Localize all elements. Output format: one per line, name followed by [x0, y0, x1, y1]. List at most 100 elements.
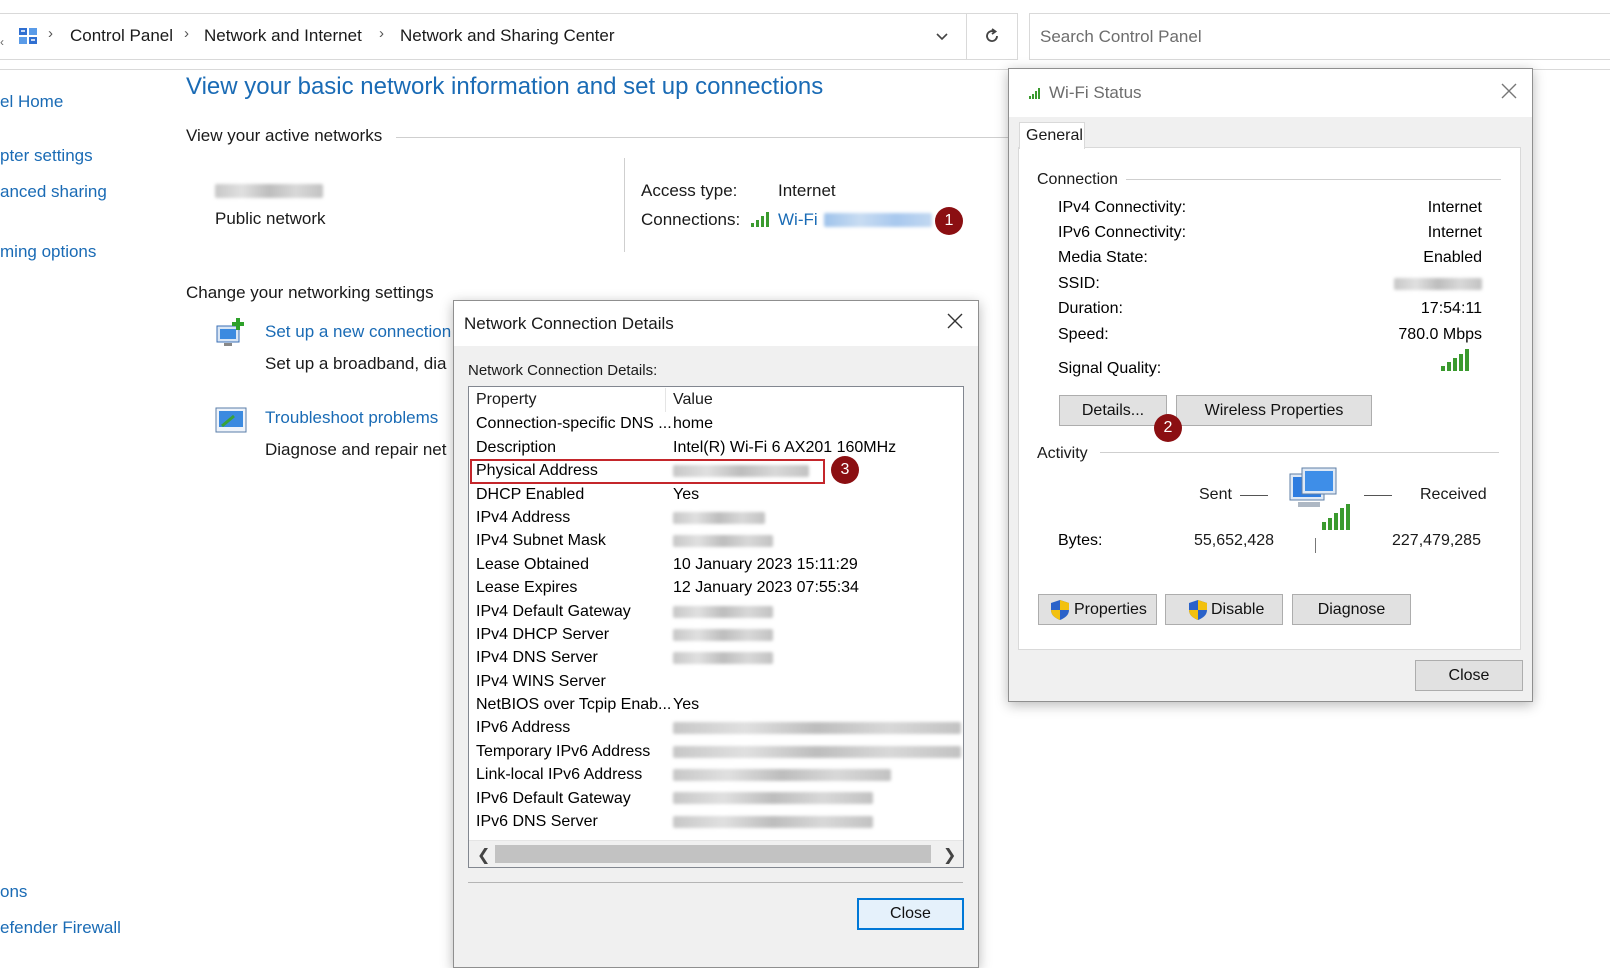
row-value: Yes: [673, 486, 700, 503]
redacted-value: [673, 792, 873, 804]
address-bar[interactable]: ‹ › Control Panel › Network and Internet…: [0, 13, 1018, 60]
redacted-value: [673, 652, 773, 664]
diagnose-button[interactable]: Diagnose: [1292, 594, 1411, 625]
wifi-connection-link[interactable]: Wi-Fi: [778, 210, 818, 230]
row-property[interactable]: IPv6 Default Gateway: [476, 790, 631, 808]
redacted-value: [673, 746, 961, 758]
speed-label: Speed:: [1058, 326, 1109, 343]
physical-address-highlight: [470, 459, 825, 484]
access-type-label: Access type:: [641, 181, 738, 200]
breadcrumb-control-panel[interactable]: Control Panel: [70, 26, 173, 46]
row-property[interactable]: IPv4 Address: [476, 509, 570, 527]
row-property[interactable]: IPv4 Default Gateway: [476, 603, 631, 621]
sidebar-item-advanced-sharing[interactable]: anced sharing: [0, 182, 107, 202]
setup-connection-link[interactable]: Set up a new connection: [265, 322, 451, 342]
properties-button-label: Properties: [1074, 601, 1147, 618]
row-property[interactable]: Lease Expires: [476, 579, 577, 597]
row-property[interactable]: Description: [476, 439, 556, 457]
received-label: Received: [1420, 486, 1487, 503]
scroll-left-icon[interactable]: ❮: [477, 845, 490, 865]
redacted-value: [673, 816, 873, 828]
row-property[interactable]: IPv4 WINS Server: [476, 673, 606, 691]
row-property[interactable]: NetBIOS over Tcpip Enab...: [476, 696, 671, 714]
row-property[interactable]: Connection-specific DNS ...: [476, 415, 672, 433]
close-icon[interactable]: [945, 311, 965, 336]
ipv4-connectivity-label: IPv4 Connectivity:: [1058, 199, 1187, 216]
dialog-divider: [468, 882, 963, 883]
access-type-value: Internet: [778, 181, 836, 200]
row-property[interactable]: IPv6 DNS Server: [476, 813, 598, 831]
wifi-status-close-button[interactable]: Close: [1415, 660, 1523, 691]
details-button[interactable]: Details...: [1059, 395, 1167, 426]
redacted-value: [673, 512, 765, 524]
ipv4-connectivity-value: Internet: [1427, 199, 1482, 216]
wifi-signal-icon: [1029, 86, 1043, 104]
group-divider: [1100, 452, 1499, 453]
wifi-signal-icon: [750, 210, 772, 233]
breadcrumb-sharing-center[interactable]: Network and Sharing Center: [400, 26, 615, 46]
row-value: 10 January 2023 15:11:29: [673, 556, 858, 573]
chevron-left-icon: ‹: [0, 35, 4, 49]
column-header-property[interactable]: Property: [476, 391, 536, 409]
ssid-label: SSID:: [1058, 275, 1100, 292]
row-value: home: [673, 415, 714, 432]
wireless-properties-button[interactable]: Wireless Properties: [1176, 395, 1372, 426]
step-badge-3: 3: [831, 456, 859, 484]
row-property[interactable]: IPv4 Subnet Mask: [476, 532, 606, 550]
connection-group-label: Connection: [1037, 171, 1118, 188]
signal-quality-label: Signal Quality:: [1058, 360, 1162, 377]
row-property[interactable]: IPv6 Address: [476, 719, 570, 737]
sent-label: Sent: [1199, 486, 1232, 503]
bytes-label: Bytes:: [1058, 532, 1103, 549]
details-group-label: Network Connection Details:: [468, 362, 658, 379]
sidebar-item-home[interactable]: el Home: [0, 92, 63, 112]
troubleshoot-desc: Diagnose and repair net: [265, 440, 447, 459]
shield-icon: [1187, 599, 1209, 631]
dialog-title-bar: Wi-Fi Status: [1009, 69, 1532, 117]
row-value: 12 January 2023 07:55:34: [673, 579, 859, 596]
signal-quality-icon: [1440, 348, 1470, 377]
sidebar-item-defender-firewall[interactable]: efender Firewall: [0, 918, 121, 938]
tab-general[interactable]: General: [1019, 122, 1085, 149]
search-box[interactable]: Search Control Panel: [1029, 13, 1610, 60]
shield-icon: [1049, 599, 1071, 631]
section-divider: [396, 137, 1010, 138]
sidebar-item-adapter-settings[interactable]: pter settings: [0, 146, 93, 166]
redacted-value: [673, 769, 891, 781]
activity-group-label: Activity: [1037, 445, 1088, 462]
row-property[interactable]: Link-local IPv6 Address: [476, 766, 642, 784]
step-badge-2: 2: [1154, 414, 1182, 442]
refresh-icon[interactable]: [982, 26, 1002, 51]
disable-button[interactable]: Disable: [1165, 594, 1283, 625]
bytes-received-value: 227,479,285: [1392, 532, 1481, 549]
search-input[interactable]: Search Control Panel: [1040, 27, 1202, 47]
sent-line: [1240, 495, 1268, 496]
horizontal-scrollbar[interactable]: ❮ ❯: [469, 840, 963, 867]
redacted-value: [673, 629, 773, 641]
network-activity-icon: [1284, 466, 1356, 539]
sidebar-item-streaming-options[interactable]: ming options: [0, 242, 96, 262]
row-property[interactable]: DHCP Enabled: [476, 486, 584, 504]
row-value: Yes: [673, 696, 700, 713]
row-property[interactable]: IPv4 DHCP Server: [476, 626, 609, 644]
properties-button[interactable]: Properties: [1038, 594, 1157, 625]
active-networks-label: View your active networks: [186, 126, 383, 145]
troubleshoot-link[interactable]: Troubleshoot problems: [265, 408, 438, 428]
details-close-button[interactable]: Close: [857, 898, 964, 930]
scrollbar-thumb[interactable]: [495, 845, 931, 863]
speed-value: 780.0 Mbps: [1398, 326, 1482, 343]
breadcrumb-network-internet[interactable]: Network and Internet: [204, 26, 362, 46]
close-icon[interactable]: [1499, 81, 1519, 106]
ssid-redacted: [1394, 278, 1482, 290]
network-type: Public network: [215, 209, 326, 228]
page-title: View your basic network information and …: [186, 73, 824, 100]
row-property[interactable]: IPv4 DNS Server: [476, 649, 598, 667]
chevron-down-icon[interactable]: [934, 28, 950, 49]
scroll-right-icon[interactable]: ❯: [943, 845, 956, 865]
sidebar-item-internet-options[interactable]: ons: [0, 882, 27, 902]
change-settings-label: Change your networking settings: [186, 283, 434, 302]
row-property[interactable]: Temporary IPv6 Address: [476, 743, 650, 761]
row-property[interactable]: Lease Obtained: [476, 556, 589, 574]
control-panel-icon: [18, 26, 38, 46]
column-header-value[interactable]: Value: [673, 391, 713, 409]
